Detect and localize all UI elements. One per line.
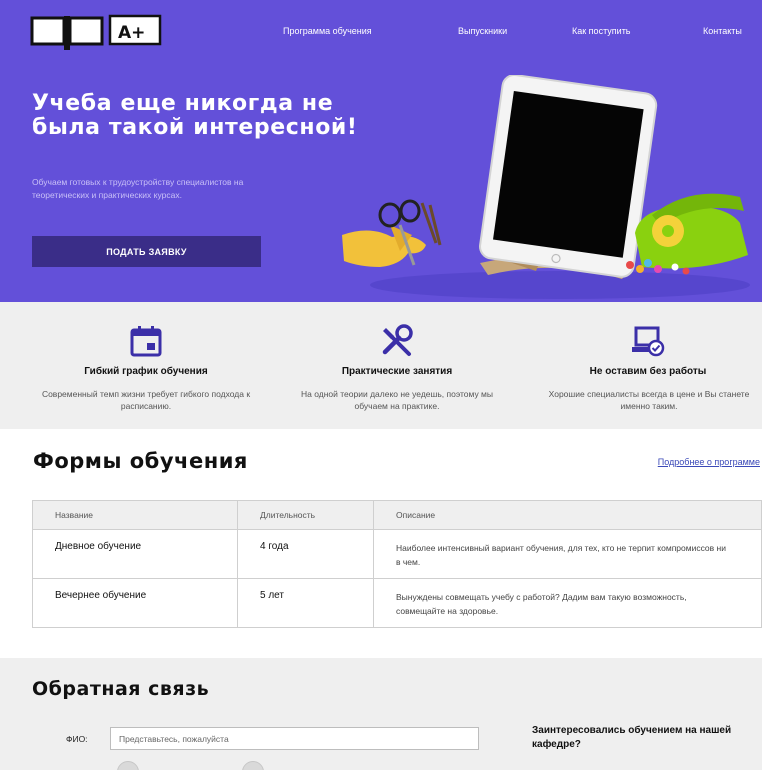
features-section: Гибкий график обучения Современный темп … (0, 302, 762, 429)
feature-practice: Практические занятия На одной теории дал… (277, 302, 517, 429)
calendar-icon (130, 326, 162, 357)
top-nav: Программа обучения Выпускники Как поступ… (0, 26, 762, 40)
hero-subtitle: Обучаем готовых к трудоустройству специа… (32, 177, 244, 200)
hero-section: A+ Программа обучения Выпускники Как пос… (0, 0, 762, 302)
hero-title: Учеба еще никогда не была такой интересн… (32, 91, 358, 140)
name-input[interactable] (110, 727, 479, 750)
nav-program[interactable]: Программа обучения (283, 26, 372, 36)
column-header-duration: Длительность (237, 500, 374, 530)
feature-title: Гибкий график обучения (84, 366, 208, 377)
feature-text: На одной теории далеко не уедешь, поэтом… (300, 389, 494, 411)
table-row: Дневное обучение 4 года Наиболее интенси… (32, 529, 762, 579)
tablet-device (479, 75, 658, 278)
section-title: Обратная связь (32, 678, 210, 700)
cell-description: Вынуждены совмещать учебу с работой? Дад… (373, 578, 762, 628)
cell-description: Наиболее интенсивный вариант обучения, д… (373, 529, 762, 579)
feature-flexible-schedule: Гибкий график обучения Современный темп … (26, 302, 266, 429)
cell-duration: 4 года (237, 529, 374, 579)
study-forms-section: Формы обучения Подробнее о программе Наз… (0, 429, 762, 658)
apply-button[interactable]: ПОДАТЬ ЗАЯВКУ (32, 236, 261, 267)
cell-name: Дневное обучение (32, 529, 238, 579)
column-header-description: Описание (373, 500, 762, 530)
cell-duration: 5 лет (237, 578, 374, 628)
nav-graduates[interactable]: Выпускники (458, 26, 507, 36)
section-title: Формы обучения (33, 449, 248, 473)
hand-with-scissors (342, 199, 442, 267)
column-header-name: Название (32, 500, 238, 530)
radio-option-1[interactable] (117, 761, 139, 770)
laptop-check-icon (632, 326, 665, 357)
feature-title: Не оставим без работы (589, 366, 707, 377)
feature-title: Практические занятия (341, 366, 453, 377)
tools-icon (382, 324, 413, 356)
feedback-section: Обратная связь ФИО: Заинтересовались обу… (0, 658, 762, 770)
feature-text: Современный темп жизни требует гибкого п… (41, 389, 251, 411)
feature-text: Хорошие специалисты всегда в цене и Вы с… (548, 389, 750, 411)
program-details-link[interactable]: Подробнее о программе (658, 457, 760, 467)
table-row: Вечернее обучение 5 лет Вынуждены совмещ… (32, 578, 762, 628)
table-header-row: Название Длительность Описание (32, 500, 762, 530)
feature-employment: Не оставим без работы Хорошие специалист… (528, 302, 762, 429)
study-forms-table: Название Длительность Описание Дневное о… (32, 500, 762, 628)
cell-name: Вечернее обучение (32, 578, 238, 628)
nav-contacts[interactable]: Контакты (703, 26, 742, 36)
nav-admission[interactable]: Как поступить (572, 26, 631, 36)
rotary-phone (635, 193, 748, 269)
hero-illustration (342, 75, 750, 299)
feedback-aside-text: Заинтересовались обучением на нашей кафе… (532, 725, 732, 750)
radio-option-2[interactable] (242, 761, 264, 770)
name-label: ФИО: (66, 734, 88, 744)
